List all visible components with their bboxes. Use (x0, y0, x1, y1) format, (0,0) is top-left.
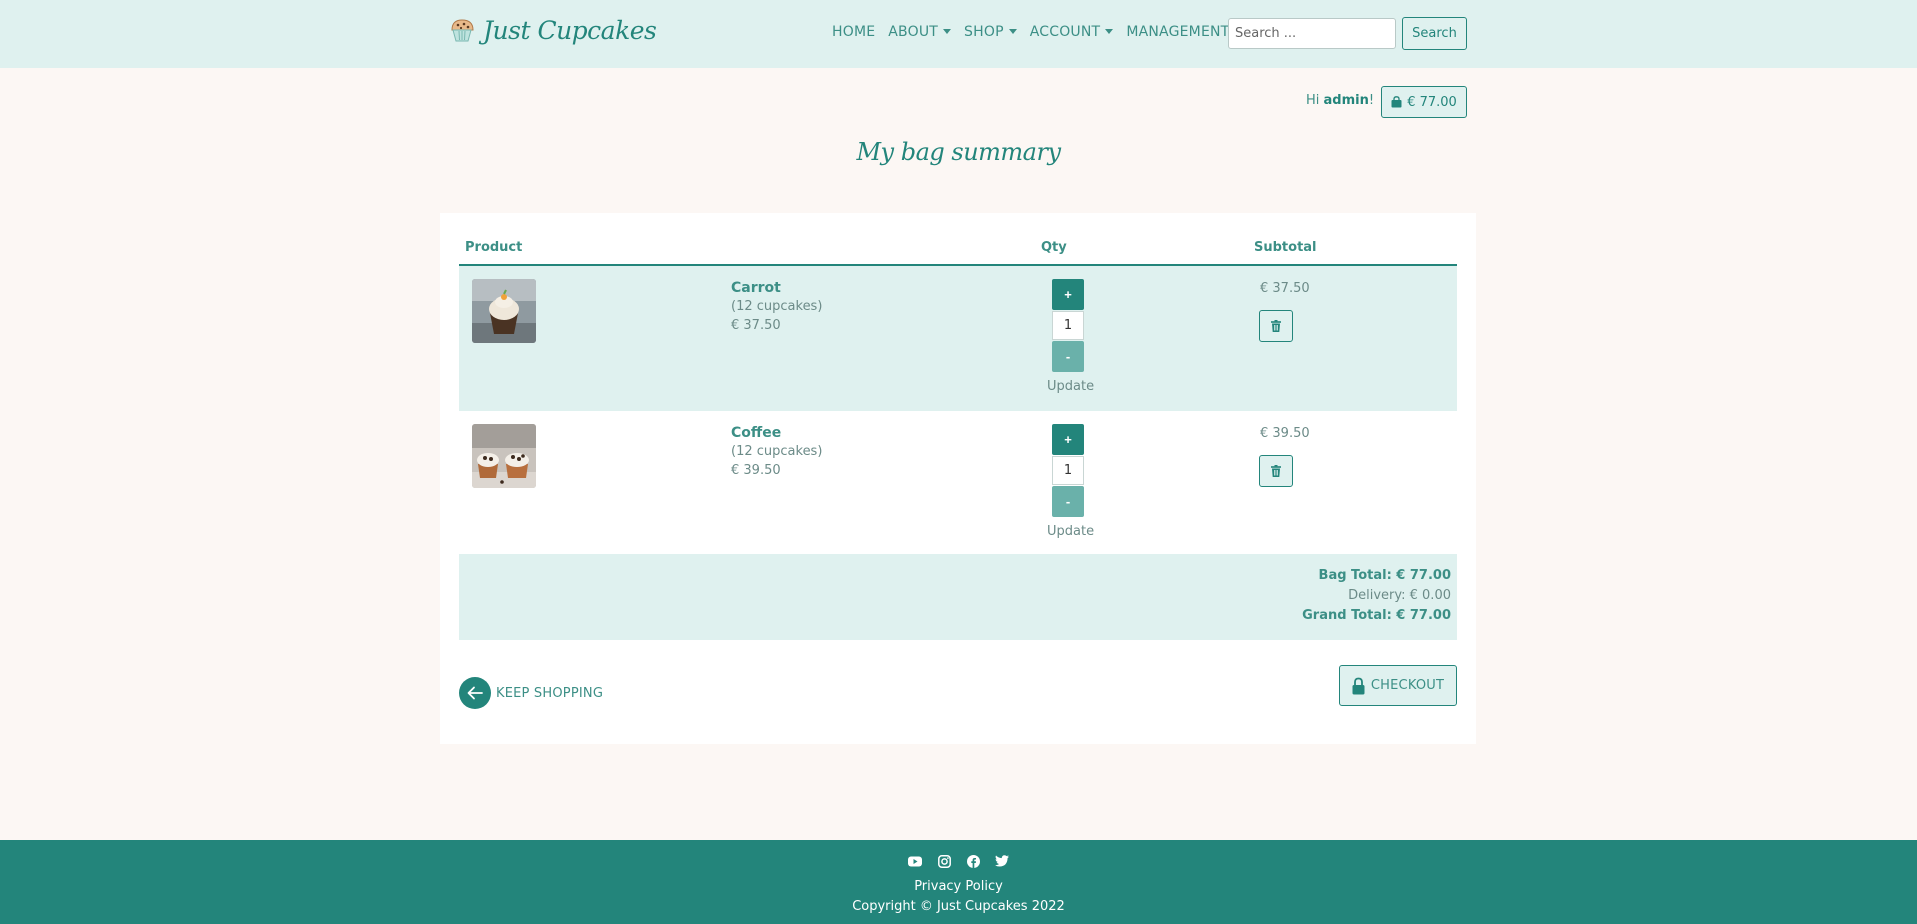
bag-item-row: Coffee (12 cupcakes) € 39.50 + 1 - Updat… (459, 411, 1457, 556)
instagram-icon[interactable] (936, 853, 952, 869)
search-button[interactable]: Search (1402, 17, 1467, 50)
grand-total: Grand Total: € 77.00 (1302, 608, 1451, 623)
footer: Privacy Policy Copyright © Just Cupcakes… (0, 840, 1917, 924)
arrow-left-circle-icon (459, 677, 491, 709)
twitter-icon[interactable] (994, 853, 1010, 869)
cupcake-logo-icon (451, 19, 474, 42)
trash-icon (1271, 320, 1281, 332)
page-title: My bag summary (856, 138, 1061, 166)
lock-icon (1352, 677, 1365, 694)
shopping-bag-icon (1391, 96, 1402, 108)
column-header-subtotal: Subtotal (1254, 240, 1317, 255)
username: admin (1323, 93, 1369, 108)
delivery-cost: Delivery: € 0.00 (1348, 588, 1451, 603)
facebook-icon[interactable] (965, 853, 981, 869)
keep-shopping-link[interactable]: KEEP SHOPPING (459, 677, 603, 709)
search-input[interactable] (1228, 18, 1396, 49)
navbar: Just Cupcakes HOME ABOUT SHOP ACCOUNT MA… (0, 0, 1917, 68)
bag-item-row: Carrot (12 cupcakes) € 37.50 + 1 - Updat… (459, 266, 1457, 411)
product-image-carrot (472, 279, 536, 343)
nav-account[interactable]: ACCOUNT (1030, 24, 1114, 40)
greeting-prefix: Hi (1306, 93, 1324, 108)
product-name[interactable]: Coffee (731, 425, 781, 441)
user-greeting: Hi admin! (1306, 93, 1374, 108)
main-nav: HOME ABOUT SHOP ACCOUNT MANAGEMENT (832, 24, 1242, 40)
qty-decrement-button[interactable]: - (1052, 341, 1084, 372)
update-link[interactable]: Update (1047, 379, 1094, 394)
item-subtotal: € 37.50 (1260, 281, 1310, 296)
product-pack-size: (12 cupcakes) (731, 299, 823, 314)
product-name[interactable]: Carrot (731, 280, 781, 296)
nav-management[interactable]: MANAGEMENT (1126, 24, 1229, 40)
checkout-button[interactable]: CHECKOUT (1339, 665, 1457, 706)
column-header-qty: Qty (1041, 240, 1067, 255)
bag-total: Bag Total: € 77.00 (1318, 568, 1451, 583)
column-header-product: Product (465, 240, 523, 255)
nav-home[interactable]: HOME (832, 24, 875, 40)
remove-item-button[interactable] (1259, 455, 1293, 487)
caret-down-icon (1008, 29, 1017, 34)
remove-item-button[interactable] (1259, 310, 1293, 342)
item-subtotal: € 39.50 (1260, 426, 1310, 441)
bag-summary-card: Product Qty Subtotal Carrot (12 cupcakes… (440, 213, 1476, 744)
brand-name: Just Cupcakes (483, 15, 657, 45)
qty-increment-button[interactable]: + (1052, 424, 1084, 455)
qty-input[interactable]: 1 (1052, 311, 1084, 340)
social-links (0, 853, 1917, 869)
totals-panel: Bag Total: € 77.00 Delivery: € 0.00 Gran… (459, 554, 1457, 640)
product-image-coffee (472, 424, 536, 488)
caret-down-icon (1105, 29, 1114, 34)
trash-icon (1271, 465, 1281, 477)
nav-about-label: ABOUT (888, 24, 939, 40)
checkout-label: CHECKOUT (1370, 678, 1445, 693)
qty-input[interactable]: 1 (1052, 456, 1084, 485)
brand-link[interactable]: Just Cupcakes (447, 15, 657, 45)
product-price: € 37.50 (731, 318, 781, 333)
nav-shop-label: SHOP (964, 24, 1004, 40)
privacy-policy-link[interactable]: Privacy Policy (0, 879, 1917, 894)
product-price: € 39.50 (731, 463, 781, 478)
greeting-suffix: ! (1368, 93, 1375, 108)
qty-decrement-button[interactable]: - (1052, 486, 1084, 517)
keep-shopping-label: KEEP SHOPPING (496, 685, 604, 701)
bag-button[interactable]: € 77.00 (1381, 86, 1467, 118)
product-pack-size: (12 cupcakes) (731, 444, 823, 459)
youtube-icon[interactable] (907, 853, 923, 869)
caret-down-icon (943, 29, 952, 34)
copyright-text: Copyright © Just Cupcakes 2022 (852, 899, 1065, 914)
nav-about[interactable]: ABOUT (888, 24, 952, 40)
bag-total-amount: € 77.00 (1407, 94, 1457, 110)
nav-account-label: ACCOUNT (1029, 24, 1101, 40)
update-link[interactable]: Update (1047, 524, 1094, 539)
qty-increment-button[interactable]: + (1052, 279, 1084, 310)
nav-shop[interactable]: SHOP (964, 24, 1017, 40)
